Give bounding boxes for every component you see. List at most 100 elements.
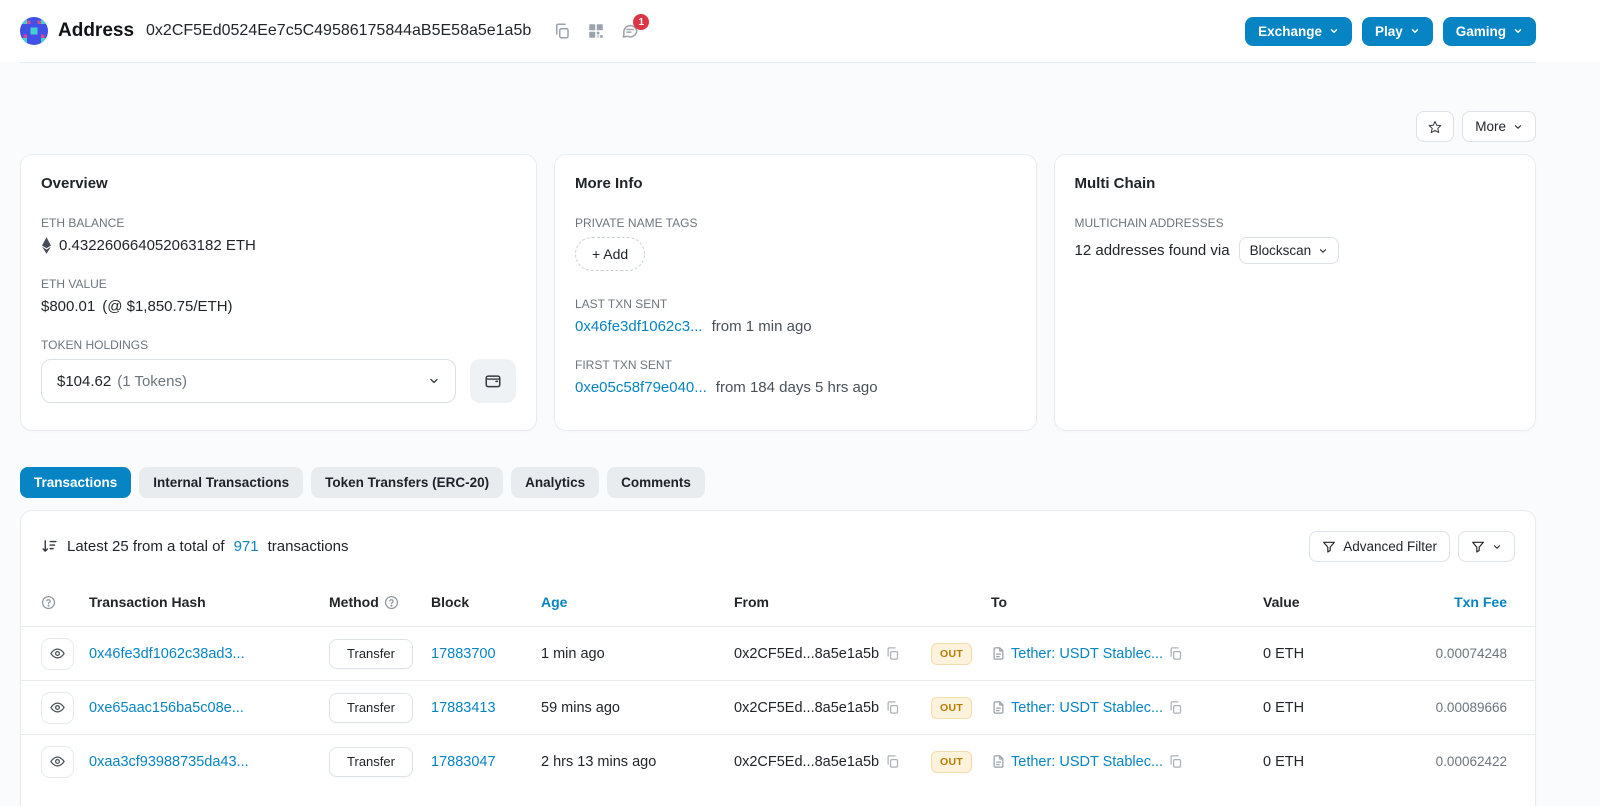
address-identicon-icon xyxy=(20,17,48,45)
age-cell: 59 mins ago xyxy=(541,699,620,716)
method-help-icon[interactable] xyxy=(384,595,399,610)
contract-icon xyxy=(991,646,1006,661)
to-address-link[interactable]: Tether: USDT Stablec... xyxy=(1011,700,1163,716)
add-name-tag-label: + Add xyxy=(592,246,629,262)
add-name-tag-button[interactable]: + Add xyxy=(575,237,646,271)
token-holdings-label: TOKEN HOLDINGS xyxy=(41,338,149,352)
tab-token-transfers[interactable]: Token Transfers (ERC-20) xyxy=(311,467,504,498)
multi-chain-title: Multi Chain xyxy=(1074,175,1156,192)
page-title: Address xyxy=(58,20,135,41)
more-button[interactable]: More xyxy=(1462,111,1536,142)
more-button-label: More xyxy=(1475,119,1506,134)
tx-preview-button[interactable] xyxy=(41,691,74,724)
comment-icon[interactable]: 1 xyxy=(621,14,650,40)
first-txn-time: from 184 days 5 hrs ago xyxy=(715,379,878,396)
chevron-down-icon xyxy=(1514,29,1522,33)
tx-hash-link[interactable]: 0xe65aac156ba5c08e... xyxy=(89,700,244,716)
tab-internal-transactions[interactable]: Internal Transactions xyxy=(139,467,304,498)
eye-icon xyxy=(50,756,65,767)
chevron-down-icon xyxy=(1320,248,1327,253)
qr-code-icon[interactable] xyxy=(587,22,605,40)
filter-icon xyxy=(1472,541,1484,553)
tab-comments[interactable]: Comments xyxy=(607,467,705,498)
direction-badge: OUT xyxy=(931,750,973,773)
copy-icon[interactable] xyxy=(1168,646,1183,661)
favorite-button[interactable] xyxy=(1416,111,1455,142)
tx-hash-link[interactable]: 0x46fe3df1062c38ad3... xyxy=(89,646,245,662)
copy-icon[interactable] xyxy=(1168,700,1183,715)
private-name-tags-label: PRIVATE NAME TAGS xyxy=(575,216,698,230)
col-to: To xyxy=(991,594,1008,610)
eth-balance-label: ETH BALANCE xyxy=(41,216,125,230)
value-cell: 0 ETH xyxy=(1263,645,1305,662)
header-divider xyxy=(20,62,1536,63)
to-address-link[interactable]: Tether: USDT Stablec... xyxy=(1011,646,1163,662)
comment-count-badge: 1 xyxy=(633,14,650,30)
first-txn-sent-label: FIRST TXN SENT xyxy=(575,358,672,372)
eye-icon xyxy=(50,702,65,713)
tab-analytics[interactable]: Analytics xyxy=(511,467,600,498)
copy-icon[interactable] xyxy=(885,700,900,715)
block-link[interactable]: 17883700 xyxy=(431,646,541,662)
method-badge[interactable]: Transfer xyxy=(329,746,413,777)
col-transaction-hash: Transaction Hash xyxy=(89,594,206,610)
more-info-title: More Info xyxy=(575,175,643,192)
more-info-card: More Info PRIVATE NAME TAGS + Add LAST T… xyxy=(554,154,1037,431)
block-link[interactable]: 17883413 xyxy=(431,700,541,716)
value-cell: 0 ETH xyxy=(1263,699,1305,716)
col-age-sort-link[interactable]: Age xyxy=(541,594,734,610)
last-txn-hash-link[interactable]: 0x46fe3df1062c3... xyxy=(575,318,703,335)
method-badge[interactable]: Transfer xyxy=(329,638,413,669)
token-holdings-count: (1 Tokens) xyxy=(117,372,187,390)
exchange-button[interactable]: Exchange xyxy=(1245,16,1352,46)
chevron-down-icon xyxy=(1411,29,1418,33)
first-txn-hash-link[interactable]: 0xe05c58f79e040... xyxy=(575,379,707,396)
tx-hash-link[interactable]: 0xaa3cf93988735da43... xyxy=(89,754,249,770)
multichain-addresses-label: MULTICHAIN ADDRESSES xyxy=(1074,216,1224,230)
col-txn-fee-sort-link[interactable]: Txn Fee xyxy=(1413,594,1517,610)
address-hash: 0x2CF5Ed0524Ee7c5C49586175844aB5E58a5e1a… xyxy=(146,22,532,39)
blockscan-dropdown[interactable]: Blockscan xyxy=(1238,237,1340,264)
age-cell: 2 hrs 13 mins ago xyxy=(541,753,657,770)
wallet-button[interactable] xyxy=(470,359,516,403)
copy-icon[interactable] xyxy=(885,754,900,769)
overview-card: Overview ETH BALANCE 0.43226066405206318… xyxy=(20,154,537,431)
play-button-label: Play xyxy=(1374,23,1403,39)
eye-icon xyxy=(50,648,65,659)
summary-total-link[interactable]: 971 xyxy=(234,538,259,555)
tx-preview-button[interactable] xyxy=(41,637,74,670)
col-method: Method xyxy=(329,594,379,610)
filter-dropdown-button[interactable] xyxy=(1458,531,1515,562)
overview-title: Overview xyxy=(41,175,108,192)
token-holdings-value: $104.62 xyxy=(57,372,112,390)
to-address-link[interactable]: Tether: USDT Stablec... xyxy=(1011,754,1163,770)
advanced-filter-icon xyxy=(1323,541,1336,553)
token-holdings-dropdown[interactable]: $104.62 (1 Tokens) xyxy=(41,359,456,403)
advanced-filter-label: Advanced Filter xyxy=(1343,539,1437,554)
help-icon[interactable] xyxy=(41,595,56,610)
eth-icon xyxy=(42,237,51,254)
table-header-row: Transaction Hash Method Block Age From T… xyxy=(21,578,1535,626)
advanced-filter-button[interactable]: Advanced Filter xyxy=(1309,531,1450,562)
tx-preview-button[interactable] xyxy=(41,745,74,778)
block-link[interactable]: 17883047 xyxy=(431,754,541,770)
contract-icon xyxy=(991,700,1006,715)
chevron-down-icon xyxy=(430,378,438,384)
col-block: Block xyxy=(431,594,470,610)
method-badge[interactable]: Transfer xyxy=(329,692,413,723)
txn-fee-cell: 0.00074248 xyxy=(1435,646,1507,661)
copy-icon[interactable] xyxy=(1168,754,1183,769)
gaming-button[interactable]: Gaming xyxy=(1442,16,1536,46)
play-button[interactable]: Play xyxy=(1361,16,1433,46)
copy-icon[interactable] xyxy=(553,22,571,40)
txn-fee-cell: 0.00089666 xyxy=(1435,700,1507,715)
multichain-addresses-text: 12 addresses found via xyxy=(1074,242,1230,259)
tab-bar: Transactions Internal Transactions Token… xyxy=(20,467,1536,498)
direction-badge: OUT xyxy=(931,696,973,719)
tab-transactions[interactable]: Transactions xyxy=(20,467,132,498)
from-address: 0x2CF5Ed...8a5e1a5b xyxy=(734,753,880,770)
copy-icon[interactable] xyxy=(885,646,900,661)
table-row: 0xaa3cf93988735da43... Transfer 17883047… xyxy=(21,734,1535,788)
value-cell: 0 ETH xyxy=(1263,753,1305,770)
wallet-icon xyxy=(485,375,501,388)
